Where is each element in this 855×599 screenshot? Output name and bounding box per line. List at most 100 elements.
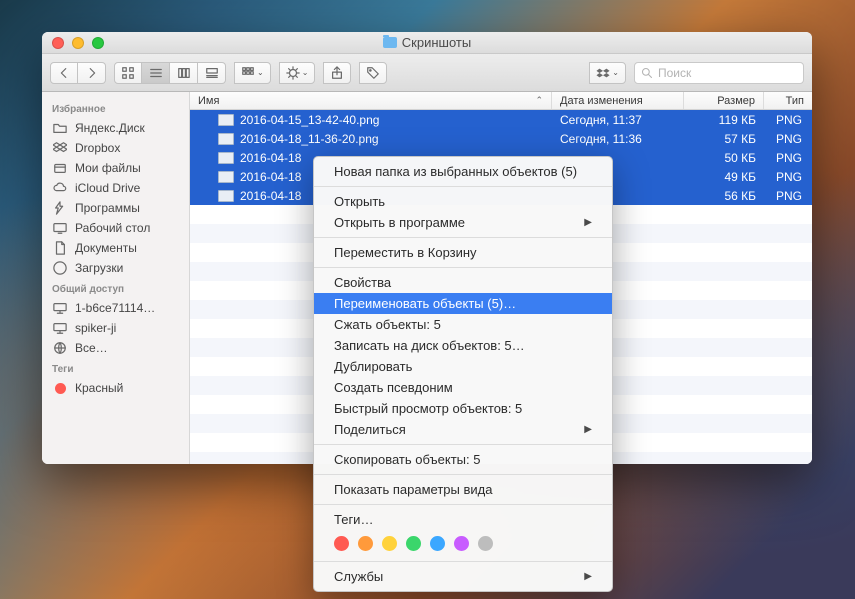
file-name: 2016-04-18 (240, 189, 301, 203)
sidebar-item-label: iCloud Drive (75, 181, 140, 195)
column-size[interactable]: Размер (684, 92, 764, 109)
submenu-arrow-icon: ▶ (584, 217, 592, 228)
menu-item-label: Создать псевдоним (334, 380, 453, 395)
cloud-icon (52, 181, 68, 195)
menu-separator (314, 444, 612, 445)
menu-item[interactable]: Теги… (314, 509, 612, 530)
sidebar-item-label: Программы (75, 201, 140, 215)
icon-view-button[interactable] (114, 62, 142, 84)
menu-item[interactable]: Скопировать объекты: 5 (314, 449, 612, 470)
downloads-icon (52, 261, 68, 275)
dropbox-toolbar-button[interactable]: ⌄ (589, 62, 626, 84)
sort-indicator-icon: ⌃ (535, 95, 543, 106)
tag-color-swatch[interactable] (430, 536, 445, 551)
sidebar-item-label: 1-b6ce71114… (75, 301, 155, 315)
view-mode-group (114, 62, 226, 84)
tag-color-swatch[interactable] (382, 536, 397, 551)
tag-color-swatch[interactable] (478, 536, 493, 551)
menu-item-label: Свойства (334, 275, 391, 290)
sidebar-item[interactable]: Красный (42, 378, 189, 398)
search-field[interactable]: Поиск (634, 62, 804, 84)
menu-item[interactable]: Сжать объекты: 5 (314, 314, 612, 335)
sidebar-item-label: Яндекс.Диск (75, 121, 145, 135)
tag-color-swatch[interactable] (334, 536, 349, 551)
sidebar-item[interactable]: Dropbox (42, 138, 189, 158)
menu-item[interactable]: Переместить в Корзину (314, 242, 612, 263)
table-row[interactable]: 2016-04-18_11-36-20.pngСегодня, 11:3657 … (190, 129, 812, 148)
sidebar-heading: Общий доступ (42, 278, 189, 298)
sidebar-item[interactable]: Мои файлы (42, 158, 189, 178)
menu-item[interactable]: Новая папка из выбранных объектов (5) (314, 161, 612, 182)
tag-color-swatch[interactable] (358, 536, 373, 551)
window-title: Скриншоты (42, 35, 812, 50)
file-type: PNG (764, 170, 812, 184)
sidebar-item[interactable]: iCloud Drive (42, 178, 189, 198)
file-size: 57 КБ (684, 132, 764, 146)
sidebar-item[interactable]: Документы (42, 238, 189, 258)
menu-item-label: Записать на диск объектов: 5… (334, 338, 525, 353)
tag-color-swatch[interactable] (406, 536, 421, 551)
menu-item[interactable]: Службы ▶ (314, 566, 612, 587)
menu-item[interactable]: Показать параметры вида (314, 479, 612, 500)
column-view-button[interactable] (170, 62, 198, 84)
titlebar[interactable]: Скриншоты (42, 32, 812, 54)
sidebar-item[interactable]: Рабочий стол (42, 218, 189, 238)
column-type[interactable]: Тип (764, 92, 812, 109)
tag-color-swatch[interactable] (454, 536, 469, 551)
back-button[interactable] (50, 62, 78, 84)
menu-item[interactable]: Свойства (314, 272, 612, 293)
coverflow-view-button[interactable] (198, 62, 226, 84)
submenu-arrow-icon: ▶ (584, 571, 592, 582)
file-thumb-icon (218, 114, 234, 126)
toolbar: ⌄ ⌄ ⌄ Поиск (42, 54, 812, 92)
file-type: PNG (764, 113, 812, 127)
nav-buttons (50, 62, 106, 84)
menu-separator (314, 186, 612, 187)
sidebar-item[interactable]: Программы (42, 198, 189, 218)
file-thumb-icon (218, 171, 234, 183)
menu-item-label: Открыть в программе (334, 215, 465, 230)
computer-icon (52, 301, 68, 315)
menu-item-label: Службы (334, 569, 383, 584)
sidebar-item-label: Документы (75, 241, 137, 255)
sidebar-item-label: Мои файлы (75, 161, 141, 175)
sidebar-item-label: spiker-ji (75, 321, 116, 335)
sidebar-item[interactable]: Яндекс.Диск (42, 118, 189, 138)
menu-item[interactable]: Создать псевдоним (314, 377, 612, 398)
apps-icon (52, 201, 68, 215)
menu-item[interactable]: Открыть в программе ▶ (314, 212, 612, 233)
dropbox-icon (52, 141, 68, 155)
menu-item-label: Переместить в Корзину (334, 245, 477, 260)
sidebar-item[interactable]: Все… (42, 338, 189, 358)
menu-separator (314, 561, 612, 562)
menu-item-label: Скопировать объекты: 5 (334, 452, 480, 467)
menu-item-label: Сжать объекты: 5 (334, 317, 441, 332)
forward-button[interactable] (78, 62, 106, 84)
sidebar-item-label: Загрузки (75, 261, 123, 275)
tags-button[interactable] (359, 62, 387, 84)
all-files-icon (52, 161, 68, 175)
menu-item[interactable]: Дублировать (314, 356, 612, 377)
menu-item[interactable]: Записать на диск объектов: 5… (314, 335, 612, 356)
sidebar-item[interactable]: Загрузки (42, 258, 189, 278)
sidebar-item[interactable]: spiker-ji (42, 318, 189, 338)
file-size: 56 КБ (684, 189, 764, 203)
file-size: 50 КБ (684, 151, 764, 165)
file-type: PNG (764, 132, 812, 146)
action-button[interactable]: ⌄ (279, 62, 316, 84)
table-row[interactable]: 2016-04-15_13-42-40.pngСегодня, 11:37119… (190, 110, 812, 129)
list-view-button[interactable] (142, 62, 170, 84)
sidebar-item[interactable]: 1-b6ce71114… (42, 298, 189, 318)
file-date: Сегодня, 11:36 (552, 132, 684, 146)
menu-item-label: Поделиться (334, 422, 406, 437)
file-name: 2016-04-18 (240, 170, 301, 184)
menu-item[interactable]: Быстрый просмотр объектов: 5 (314, 398, 612, 419)
column-name[interactable]: Имя⌃ (190, 92, 552, 109)
share-button[interactable] (323, 62, 351, 84)
column-date[interactable]: Дата изменения (552, 92, 684, 109)
menu-item[interactable]: Переименовать объекты (5)… (314, 293, 612, 314)
arrange-button[interactable]: ⌄ (234, 62, 271, 84)
sidebar: ИзбранноеЯндекс.ДискDropboxМои файлыiClo… (42, 92, 190, 464)
menu-item[interactable]: Открыть (314, 191, 612, 212)
menu-item[interactable]: Поделиться▶ (314, 419, 612, 440)
